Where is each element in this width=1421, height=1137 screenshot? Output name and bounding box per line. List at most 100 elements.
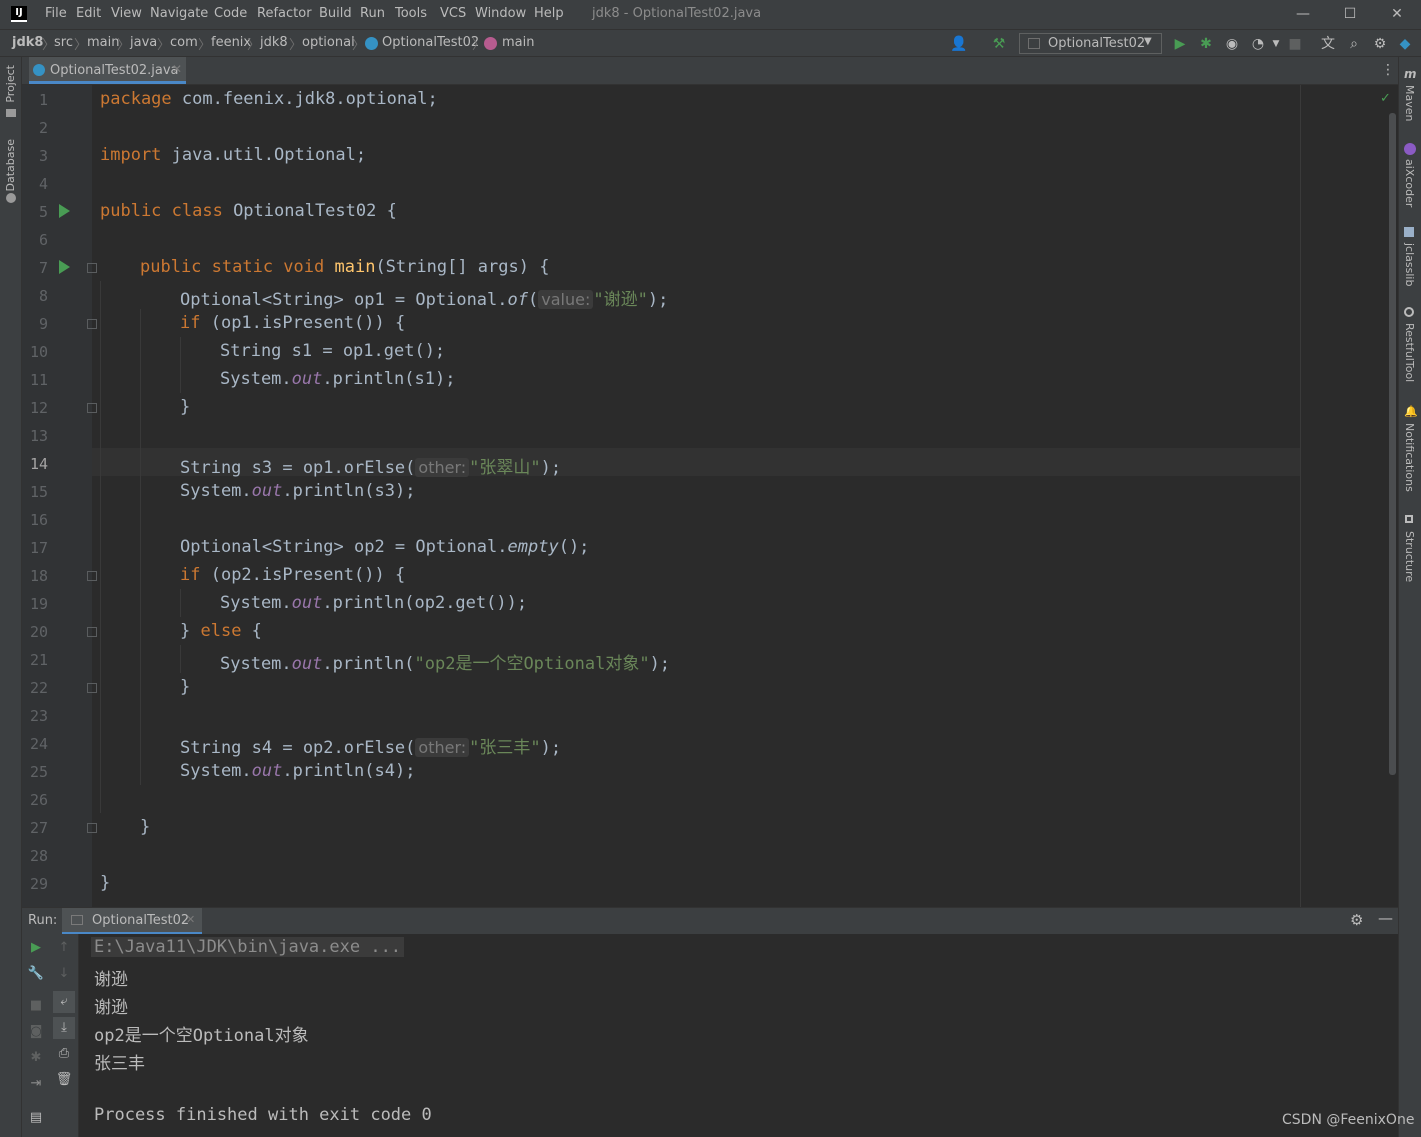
rerun-icon[interactable]: ▶	[27, 939, 45, 957]
menu-vcs[interactable]: VCS	[440, 6, 466, 21]
menu-refactor[interactable]: Refactor	[257, 6, 312, 21]
up-arrow-icon[interactable]: ↑	[55, 939, 73, 957]
breadcrumb-jdk8[interactable]: jdk8	[12, 35, 43, 50]
code-text: Optional<String> op1 = Optional.	[180, 290, 508, 310]
run-class-gutter-icon[interactable]	[59, 204, 70, 218]
menu-run[interactable]: Run	[360, 6, 385, 21]
fold-marker-icon[interactable]	[87, 683, 97, 693]
jclasslib-tool-button[interactable]: jclasslib	[1403, 243, 1416, 286]
menu-edit[interactable]: Edit	[76, 6, 101, 21]
breadcrumb-main[interactable]: main	[87, 35, 119, 50]
run-main-gutter-icon[interactable]	[59, 260, 70, 274]
console-command-line: E:\Java11\JDK\bin\java.exe ...	[91, 937, 405, 957]
close-tab-icon[interactable]: ✕	[186, 913, 195, 926]
code-line-19: System.out.println(op2.get());	[220, 593, 527, 613]
chevron-down-icon[interactable]: ▼	[1266, 34, 1286, 54]
more-options-icon[interactable]: ⋮	[1381, 62, 1395, 78]
menu-tools[interactable]: Tools	[395, 6, 427, 21]
code-text: String s1 = op1.get();	[220, 341, 446, 361]
breadcrumb-method[interactable]: main	[502, 35, 534, 50]
restfultool-tool-button[interactable]: RestfulTool	[1403, 323, 1416, 382]
breadcrumb-src[interactable]: src	[54, 35, 73, 50]
debug-icon[interactable]: ✱	[1196, 34, 1216, 54]
down-arrow-icon[interactable]: ↓	[55, 965, 73, 983]
notifications-tool-button[interactable]: Notifications	[1403, 423, 1416, 492]
maximize-button[interactable]: ☐	[1335, 4, 1365, 24]
fold-marker-icon[interactable]	[87, 263, 97, 273]
inspection-ok-icon[interactable]: ✓	[1380, 91, 1391, 106]
line-number: 13	[29, 427, 48, 445]
fold-marker-icon[interactable]	[87, 319, 97, 329]
debug-icon[interactable]: ✱	[27, 1049, 45, 1067]
line-number: 2	[38, 119, 48, 137]
editor-scrollbar[interactable]	[1389, 113, 1396, 775]
run-tab-optionaltest02[interactable]: OptionalTest02 ✕	[62, 908, 202, 934]
maven-icon: m	[1404, 67, 1417, 81]
plugin-icon[interactable]: ◆	[1395, 34, 1415, 54]
window-title: jdk8 - OptionalTest02.java	[592, 6, 762, 21]
menu-navigate[interactable]: Navigate	[150, 6, 208, 21]
print-icon[interactable]: ⎙	[55, 1045, 73, 1063]
string-literal: "张三丰"	[469, 738, 541, 758]
fold-marker-icon[interactable]	[87, 403, 97, 413]
menu-build[interactable]: Build	[319, 6, 352, 21]
fold-marker-icon[interactable]	[87, 823, 97, 833]
fold-marker-icon[interactable]	[87, 627, 97, 637]
exit-icon[interactable]: ⇥	[27, 1075, 45, 1093]
wrench-icon[interactable]: 🔧	[27, 965, 45, 983]
structure-tool-button[interactable]: Structure	[1403, 531, 1416, 582]
code-editor[interactable]: ✓ 1 2 3 4 5 6 7 8 9 10 11 12 13 14 15 16…	[22, 85, 1398, 907]
trash-icon[interactable]: 🗑	[55, 1071, 73, 1089]
aixcoder-tool-button[interactable]: aiXcoder	[1403, 159, 1416, 207]
line-number: 29	[29, 875, 48, 893]
breadcrumb-feenix[interactable]: feenix	[211, 35, 251, 50]
fold-marker-icon[interactable]	[87, 571, 97, 581]
stop-icon[interactable]: ■	[27, 997, 45, 1015]
menu-help[interactable]: Help	[534, 6, 564, 21]
run-icon[interactable]: ▶	[1170, 34, 1190, 54]
menu-view[interactable]: View	[111, 6, 142, 21]
close-button[interactable]: ✕	[1382, 4, 1412, 24]
run-toolbar-primary: ▶ 🔧 ■ ◙ ✱ ⇥ ▤	[22, 934, 50, 1137]
database-tool-button[interactable]: Database	[4, 139, 17, 192]
camera-icon[interactable]: ◙	[27, 1023, 45, 1041]
settings-icon[interactable]: ⚙	[1350, 911, 1363, 929]
scroll-to-end-icon[interactable]: ⤓	[53, 1017, 75, 1039]
string-literal: "op2是一个空Optional对象"	[414, 654, 650, 674]
profile-icon[interactable]: ◔	[1248, 34, 1268, 54]
menu-file[interactable]: File	[45, 6, 67, 21]
console-output[interactable]: E:\Java11\JDK\bin\java.exe ... 谢逊 谢逊 op2…	[79, 934, 1398, 1137]
editor-tab-optionaltest02[interactable]: OptionalTest02.java ✕	[29, 57, 186, 84]
menu-code[interactable]: Code	[214, 6, 247, 21]
close-tab-icon[interactable]: ✕	[172, 62, 182, 76]
menu-window[interactable]: Window	[475, 6, 526, 21]
coverage-icon[interactable]: ◉	[1222, 34, 1242, 54]
right-margin-guide	[1300, 85, 1301, 907]
breadcrumb-com[interactable]: com	[170, 35, 198, 50]
breadcrumb-optional[interactable]: optional	[302, 35, 355, 50]
maven-tool-button[interactable]: Maven	[1403, 85, 1416, 121]
translate-icon[interactable]: 文	[1318, 34, 1338, 54]
layout-icon[interactable]: ▤	[27, 1109, 45, 1127]
run-panel-header: Run: OptionalTest02 ✕ ⚙ —	[22, 907, 1398, 934]
breadcrumb-jdk8-pkg[interactable]: jdk8	[260, 35, 288, 50]
settings-icon[interactable]: ⚙	[1370, 34, 1390, 54]
project-tool-button[interactable]: Project	[4, 65, 17, 103]
build-hammer-icon[interactable]: ⚒	[989, 34, 1009, 54]
run-config-icon	[71, 915, 83, 925]
structure-icon	[1405, 515, 1413, 523]
minimize-button[interactable]: —	[1288, 4, 1318, 24]
stop-icon[interactable]: ■	[1285, 34, 1305, 54]
breadcrumb-java[interactable]: java	[130, 35, 157, 50]
static-field: out	[291, 593, 323, 613]
search-icon[interactable]: ⌕	[1344, 34, 1364, 54]
line-number: 3	[38, 147, 48, 165]
breadcrumb-class[interactable]: OptionalTest02	[382, 35, 479, 50]
indent-guide	[140, 309, 141, 785]
user-icon[interactable]: 👤	[949, 34, 969, 54]
left-tool-stripe: Project Database	[0, 57, 22, 1137]
soft-wrap-icon[interactable]: ⤶	[53, 991, 75, 1013]
line-number: 8	[38, 287, 48, 305]
run-configuration-dropdown[interactable]: OptionalTest02 ▼	[1019, 33, 1162, 54]
hide-panel-icon[interactable]: —	[1378, 909, 1393, 927]
